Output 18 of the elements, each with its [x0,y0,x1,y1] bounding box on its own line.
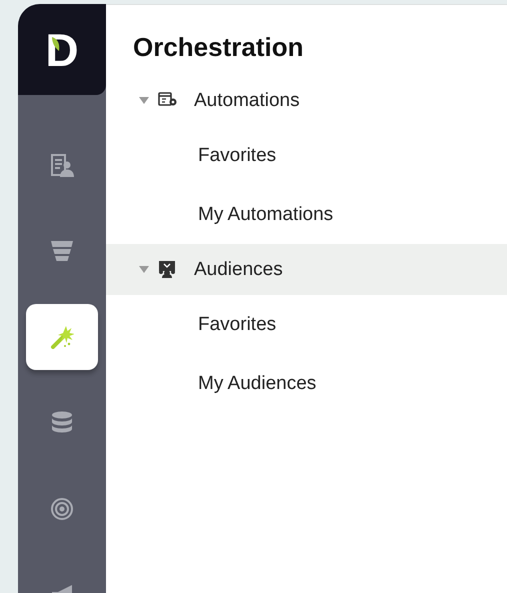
panel-title: Orchestration [133,31,304,64]
database-icon [50,411,74,435]
tree-item[interactable]: My Automations [106,185,334,244]
leaf-icon [51,36,61,52]
tree-item[interactable]: Favorites [106,126,276,185]
logo[interactable]: D [18,4,106,95]
group-icon [158,260,177,279]
tree-item[interactable]: Audiences [106,244,507,295]
caret-icon [139,266,149,273]
caret-icon [139,97,149,104]
tree-item[interactable]: Automations [106,75,507,126]
contacts-icon [50,153,74,177]
target-icon [50,497,74,521]
nav-item[interactable] [26,304,98,370]
funnel-icon [50,239,74,263]
tree-item[interactable]: My Audiences [106,354,316,413]
magic-wand-icon [50,325,74,349]
tree-item[interactable]: Favorites [106,295,276,354]
